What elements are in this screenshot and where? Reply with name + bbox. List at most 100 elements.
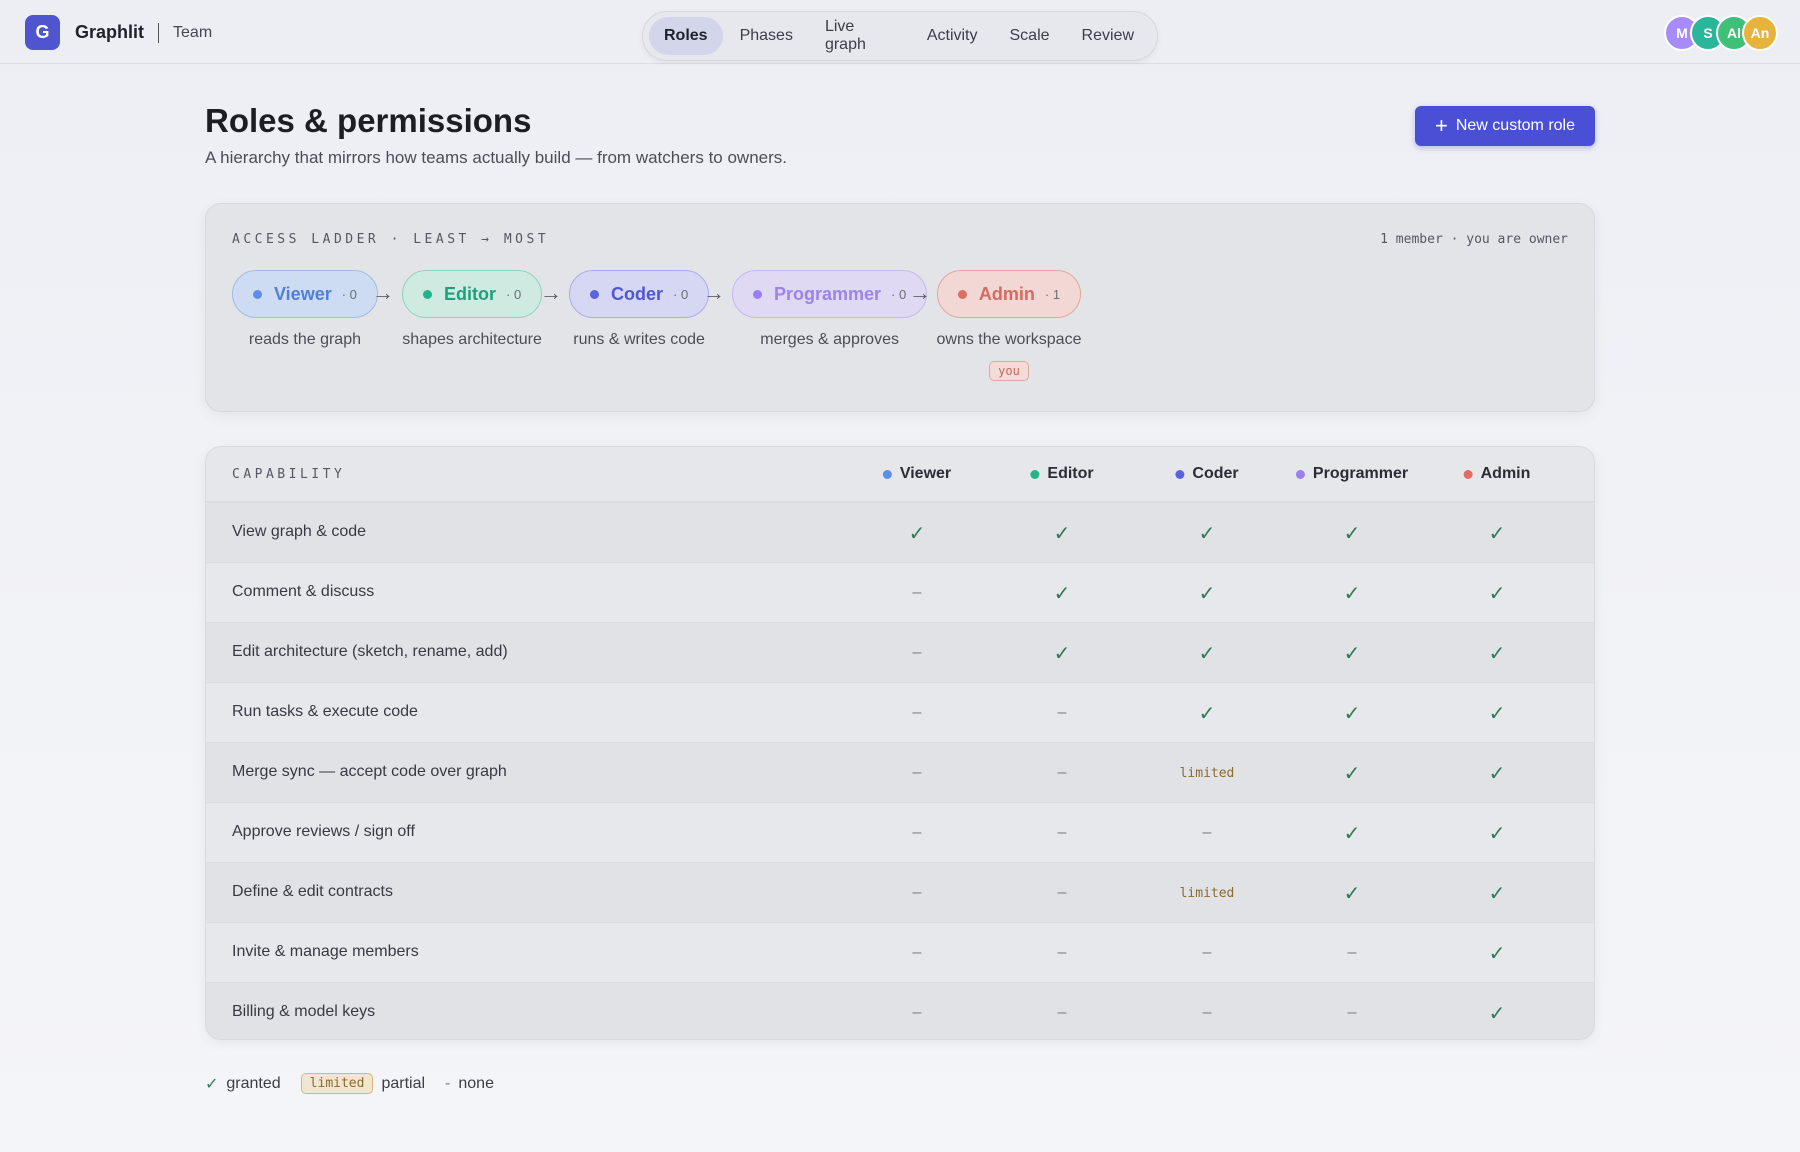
role-name: Editor <box>444 283 496 304</box>
check-icon: ✓ <box>1198 702 1216 725</box>
legend-granted-label: granted <box>226 1074 281 1092</box>
capability-label: View graph & code <box>232 523 367 540</box>
dash-icon: – <box>912 884 922 901</box>
permission-cell: – <box>857 803 977 863</box>
permission-cell: ✓ <box>1437 743 1557 803</box>
role-member-count: · 1 <box>1044 286 1061 302</box>
permission-cell: ✓ <box>1292 623 1412 683</box>
page-subtitle: A hierarchy that mirrors how teams actua… <box>205 148 787 167</box>
permission-cell: – <box>857 743 977 803</box>
permission-cell: ✓ <box>1437 563 1557 623</box>
role-dot-icon <box>1463 469 1473 479</box>
role-pill-admin[interactable]: Admin · 1 <box>936 270 1082 318</box>
tab-scale[interactable]: Scale <box>995 17 1065 55</box>
role-description: owns the workspace <box>936 331 1082 348</box>
dash-icon: – <box>912 764 922 781</box>
role-dot-icon <box>1030 469 1040 479</box>
you-badge: you <box>989 361 1029 381</box>
permission-cell: – <box>857 683 977 743</box>
permission-cell: ✓ <box>1002 503 1122 563</box>
brand: G Graphlit Team <box>25 15 212 50</box>
role-viewer: Viewer · 0 reads the graph <box>232 270 378 349</box>
dash-icon: – <box>1347 944 1357 961</box>
permission-cell: ✓ <box>1147 623 1267 683</box>
role-admin: Admin · 1 owns the workspace you <box>936 270 1082 381</box>
table-row: View graph & code ✓ ✓ ✓ ✓ ✓ <box>206 502 1594 562</box>
dash-icon: – <box>1057 944 1067 961</box>
arrow-right-icon: → <box>703 280 725 305</box>
role-pill-coder[interactable]: Coder · 0 <box>569 270 710 318</box>
avatar[interactable]: An <box>1742 15 1778 51</box>
tab-roles[interactable]: Roles <box>649 17 723 55</box>
role-member-count: · 0 <box>673 286 689 302</box>
dash-icon: – <box>912 1004 922 1021</box>
column-header-label: Programmer <box>1312 465 1409 482</box>
table-row: Comment & discuss – ✓ ✓ ✓ ✓ <box>206 562 1594 622</box>
new-custom-role-label: New custom role <box>1455 117 1575 134</box>
check-icon: ✓ <box>1343 642 1361 665</box>
permission-cell: ✓ <box>1147 683 1267 743</box>
dash-icon: – <box>1202 1004 1212 1021</box>
permission-cell: ✓ <box>1292 803 1412 863</box>
role-dot-icon <box>1295 469 1305 479</box>
check-icon: ✓ <box>1343 582 1361 605</box>
permission-cell: – <box>857 923 977 983</box>
permission-cell: – <box>1292 983 1412 1039</box>
capability-label: Define & edit contracts <box>232 883 393 900</box>
role-ladder: Viewer · 0 reads the graph Editor · 0 shapes … <box>232 270 1232 400</box>
dash-icon: – <box>1057 884 1067 901</box>
capability-label: Approve reviews / sign off <box>232 823 415 840</box>
permission-cell: ✓ <box>1437 923 1557 983</box>
dash-icon: – <box>1202 944 1212 961</box>
check-icon: ✓ <box>1488 882 1506 905</box>
check-icon: ✓ <box>1343 522 1361 545</box>
check-icon: ✓ <box>1198 582 1216 605</box>
legend: ✓ granted limited partial - none <box>205 1073 494 1094</box>
tab-review[interactable]: Review <box>1067 17 1149 55</box>
ladder-title: ACCESS LADDER · LEAST → MOST <box>232 232 550 247</box>
dash-icon: – <box>1057 824 1067 841</box>
column-header-programmer: Programmer <box>1295 465 1409 483</box>
permission-cell: – <box>1002 983 1122 1039</box>
role-pill-programmer[interactable]: Programmer · 0 <box>732 270 928 318</box>
role-member-count: · 0 <box>891 286 907 302</box>
new-custom-role-button[interactable]: + New custom role <box>1415 106 1595 146</box>
column-header-label: Coder <box>1192 465 1239 482</box>
app-logo[interactable]: G <box>25 15 60 50</box>
permission-cell: ✓ <box>1292 683 1412 743</box>
check-icon: ✓ <box>1488 642 1506 665</box>
role-pill-viewer[interactable]: Viewer · 0 <box>232 270 378 318</box>
dash-icon: – <box>912 644 922 661</box>
table-row: Invite & manage members – – – – ✓ <box>206 922 1594 982</box>
table-row: Edit architecture (sketch, rename, add) –… <box>206 622 1594 682</box>
tab-phases[interactable]: Phases <box>725 17 808 55</box>
role-dot-icon <box>753 289 762 299</box>
role-dot-icon <box>253 289 262 299</box>
dash-icon: – <box>912 944 922 961</box>
check-icon: ✓ <box>1488 762 1506 785</box>
member-avatars: M S Al An <box>1664 15 1778 51</box>
role-name: Admin <box>978 283 1035 304</box>
top-bar: G Graphlit Team Roles Phases Live graph … <box>0 0 1800 64</box>
capability-label: Billing & model keys <box>232 1003 376 1020</box>
check-icon: ✓ <box>1053 642 1071 665</box>
permission-cell: – <box>1002 743 1122 803</box>
permission-cell: ✓ <box>1437 623 1557 683</box>
role-member-count: · 0 <box>506 286 522 302</box>
capability-label: Invite & manage members <box>232 943 419 960</box>
permission-cell: ✓ <box>1437 503 1557 563</box>
permission-cell: ✓ <box>1002 563 1122 623</box>
role-dot-icon <box>590 289 599 299</box>
role-dot-icon <box>423 289 432 299</box>
permission-cell: ✓ <box>857 503 977 563</box>
access-ladder-card: ACCESS LADDER · LEAST → MOST 1 member · … <box>205 203 1595 412</box>
dash-icon: – <box>912 704 922 721</box>
tab-activity[interactable]: Activity <box>912 17 993 55</box>
permission-cell: – <box>857 863 977 923</box>
column-header-label: Editor <box>1047 465 1094 482</box>
page-title: Roles & permissions <box>205 102 532 139</box>
check-icon: ✓ <box>908 522 926 545</box>
tab-live-graph[interactable]: Live graph <box>810 17 910 55</box>
role-pill-editor[interactable]: Editor · 0 <box>402 270 543 318</box>
role-dot-icon <box>882 469 892 479</box>
